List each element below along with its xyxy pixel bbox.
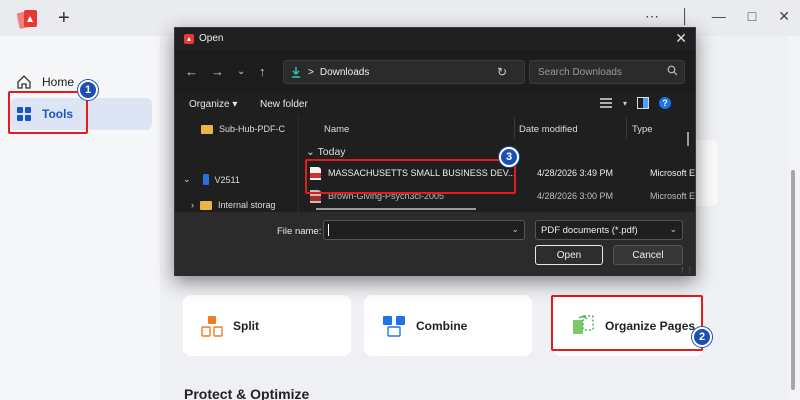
callout-badge-1: 1 (78, 80, 98, 100)
address-bar[interactable]: > Downloads (283, 60, 525, 84)
column-header-date[interactable]: Date modified (519, 124, 578, 135)
search-placeholder: Search Downloads (538, 67, 622, 78)
callout-badge-3: 3 (499, 147, 519, 167)
file-name-input[interactable]: ⌄ (323, 220, 525, 240)
back-arrow-icon[interactable]: ← (185, 64, 198, 79)
maximize-icon[interactable]: □ (748, 8, 756, 25)
file-list-scrollbar[interactable] (687, 132, 689, 146)
tree-item-internal-storage[interactable]: › Internal storag (191, 200, 276, 210)
file-type: Microsoft Ec (650, 191, 695, 201)
minimize-icon[interactable]: — (712, 8, 726, 25)
address-path: Downloads (319, 66, 370, 78)
view-dropdown-icon[interactable]: ▾ (623, 99, 627, 108)
home-icon (17, 75, 31, 89)
forward-arrow-icon[interactable]: → (211, 64, 224, 79)
combine-icon (383, 315, 405, 337)
dialog-toolbar: Organize ▾ New folder ▾ ? (175, 94, 695, 116)
file-date: 4/28/2026 3:00 PM (537, 191, 614, 201)
window-controls: ⋯ │ — □ ✕ (645, 8, 790, 25)
file-type-select[interactable]: PDF documents (*.pdf) ⌄ (535, 220, 683, 240)
column-divider[interactable] (626, 118, 627, 138)
tree-item-label: Internal storag (218, 200, 276, 210)
help-icon[interactable]: ? (659, 97, 672, 109)
section-title: Protect & Optimize (184, 386, 310, 400)
dialog-footer: File name: ⌄ PDF documents (*.pdf) ⌄ Ope… (175, 212, 695, 276)
preview-pane-icon[interactable] (637, 97, 650, 109)
callout-badge-2: 2 (692, 327, 712, 347)
address-separator: > (308, 66, 314, 78)
dialog-title: Open (199, 33, 224, 44)
tree-item-label: V2511 (214, 174, 240, 185)
dialog-app-icon (184, 34, 194, 44)
split-tool-card[interactable]: Split (183, 295, 351, 356)
resize-grip-icon[interactable]: ⋮⋮ (679, 266, 693, 274)
refresh-icon[interactable]: ↻ (497, 65, 507, 79)
new-tab-button[interactable]: + (58, 6, 70, 30)
chevron-down-icon: ⌄ (669, 224, 677, 234)
list-view-icon[interactable] (599, 97, 613, 109)
column-divider[interactable] (514, 118, 515, 138)
new-folder-button[interactable]: New folder (260, 99, 308, 110)
file-name-dropdown-icon[interactable]: ⌄ (511, 224, 519, 235)
more-options-icon[interactable]: ⋯ (645, 8, 659, 25)
column-header-type[interactable]: Type (632, 124, 653, 135)
column-header-name[interactable]: Name (324, 124, 349, 135)
tree-item-v2511[interactable]: ⌄ V2511 (183, 174, 240, 185)
file-type: Microsoft Ec (650, 168, 695, 178)
callout-box-tools (8, 91, 88, 134)
card-label: Combine (416, 318, 468, 333)
cancel-button[interactable]: Cancel (613, 245, 683, 265)
close-icon[interactable]: ✕ (675, 30, 687, 47)
callout-box-organize (551, 295, 703, 351)
sidebar-item-label: Home (42, 75, 75, 89)
app-logo-icon (16, 10, 37, 29)
titlebar-divider: │ (681, 8, 690, 24)
search-input[interactable]: Search Downloads (529, 60, 685, 84)
hscroll-thumb[interactable] (316, 208, 476, 210)
expand-chevron-icon[interactable]: › (191, 200, 194, 210)
search-icon (667, 65, 678, 76)
card-label: Split (233, 318, 259, 333)
folder-icon (200, 200, 212, 210)
expand-chevron-icon[interactable]: ⌄ (183, 174, 191, 185)
combine-tool-card[interactable]: Combine (364, 295, 532, 356)
tree-item-label: Sub-Hub-PDF-C (219, 124, 286, 134)
navigation-pane: Sub-Hub-PDF-C ⌄ V2511 › Internal storag (175, 116, 299, 212)
dialog-titlebar: Open ✕ (175, 28, 695, 50)
open-button[interactable]: Open (535, 245, 603, 265)
tree-item-sub-hub[interactable]: Sub-Hub-PDF-C (201, 124, 285, 134)
up-arrow-icon[interactable]: ↑ (259, 64, 266, 79)
file-name-label: File name: (277, 226, 322, 237)
group-header-today[interactable]: ⌄ Today (306, 146, 346, 158)
download-icon (292, 67, 300, 78)
file-date: 4/28/2026 3:49 PM (537, 168, 614, 178)
split-icon (201, 315, 223, 337)
app-scroll-thumb[interactable] (791, 170, 795, 390)
text-cursor (328, 224, 329, 236)
folder-icon (201, 124, 213, 134)
recent-locations-chevron-icon[interactable]: ⌄ (237, 66, 245, 77)
close-window-icon[interactable]: ✕ (778, 8, 790, 25)
callout-box-file (305, 159, 516, 194)
file-type-value: PDF documents (*.pdf) (541, 225, 638, 236)
organize-menu[interactable]: Organize ▾ (189, 99, 237, 110)
open-file-dialog: Open ✕ ← → ⌄ ↑ > Downloads ↻ Search Down… (174, 27, 696, 276)
view-options: ▾ ? (599, 97, 672, 109)
device-icon (202, 174, 209, 185)
